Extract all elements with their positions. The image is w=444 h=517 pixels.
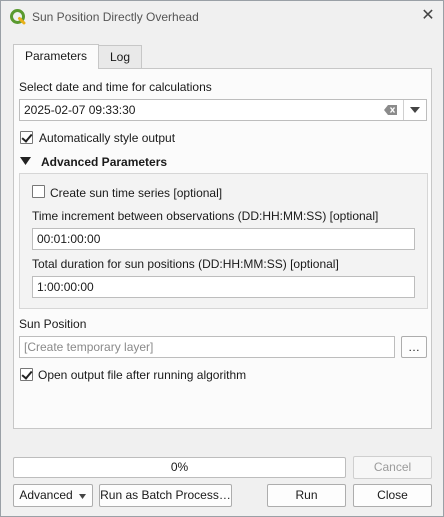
field-divider [403, 100, 404, 120]
advanced-button[interactable]: Advanced [13, 484, 93, 507]
clear-icon[interactable] [384, 104, 398, 116]
window-title: Sun Position Directly Overhead [32, 10, 199, 24]
advanced-button-label: Advanced [19, 488, 73, 502]
open-output-checkbox[interactable] [20, 368, 33, 381]
advanced-parameters-header[interactable]: Advanced Parameters [41, 155, 167, 169]
increment-label: Time increment between observations (DD:… [32, 209, 379, 223]
chevron-down-icon[interactable] [410, 107, 420, 113]
cancel-button[interactable]: Cancel [353, 456, 432, 479]
duration-input[interactable]: 1:00:00:00 [32, 276, 415, 298]
title-bar: Sun Position Directly Overhead ✕ [1, 1, 443, 32]
auto-style-label: Automatically style output [39, 131, 176, 145]
close-button[interactable]: Close [353, 484, 432, 507]
increment-input[interactable]: 00:01:00:00 [32, 228, 415, 250]
dialog-window: Sun Position Directly Overhead ✕ Paramet… [0, 0, 444, 517]
datetime-value: 2025-02-07 09:33:30 [24, 103, 136, 117]
output-label: Sun Position [19, 317, 87, 331]
tab-log[interactable]: Log [98, 45, 142, 69]
duration-label: Total duration for sun positions (DD:HH:… [32, 257, 339, 271]
progress-bar: 0% [13, 457, 346, 478]
time-series-checkbox[interactable] [32, 185, 45, 198]
chevron-down-icon [79, 494, 86, 499]
progress-text: 0% [170, 460, 189, 474]
output-browse-button[interactable]: … [401, 336, 427, 358]
qgis-logo-icon [10, 9, 26, 25]
output-field[interactable]: [Create temporary layer] [19, 336, 395, 358]
run-batch-button[interactable]: Run as Batch Process… [99, 484, 232, 507]
datetime-label: Select date and time for calculations [19, 80, 212, 94]
tab-parameters[interactable]: Parameters [13, 44, 99, 69]
collapse-triangle-icon[interactable] [20, 157, 31, 165]
auto-style-checkbox[interactable] [20, 131, 33, 144]
time-series-label: Create sun time series [optional] [50, 186, 223, 200]
close-window-icon[interactable]: ✕ [417, 5, 439, 27]
open-output-label: Open output file after running algorithm [38, 368, 247, 382]
run-button[interactable]: Run [267, 484, 346, 507]
datetime-field[interactable]: 2025-02-07 09:33:30 [19, 99, 427, 121]
